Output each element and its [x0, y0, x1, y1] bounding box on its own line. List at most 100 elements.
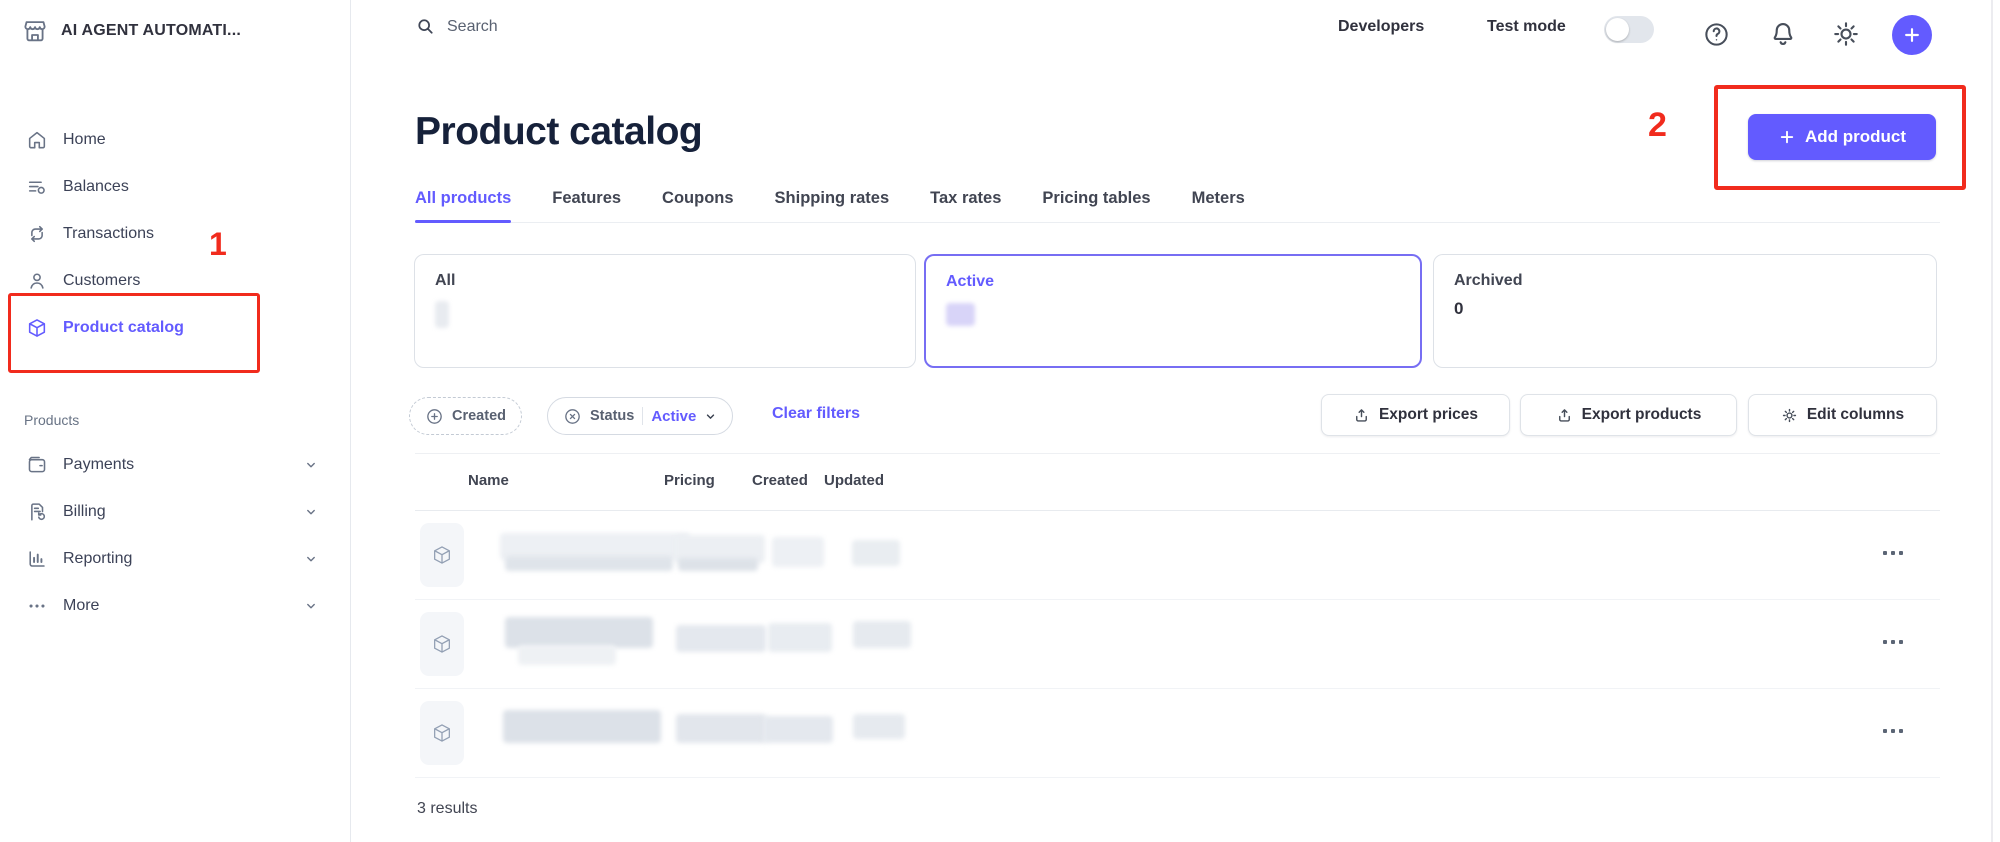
tab-pricing-tables[interactable]: Pricing tables: [1042, 189, 1150, 208]
filter-chip-created[interactable]: Created: [409, 397, 522, 435]
scrollbar[interactable]: [1991, 0, 1993, 842]
card-label: Active: [946, 273, 1400, 291]
sidebar-item-label: Transactions: [63, 225, 154, 243]
add-product-label: Add product: [1805, 127, 1906, 147]
home-icon: [26, 129, 48, 151]
more-dots-icon: [26, 595, 48, 617]
developers-link[interactable]: Developers: [1338, 18, 1424, 36]
payments-icon: [26, 454, 48, 476]
chevron-down-icon: [304, 458, 318, 472]
notifications-bell-button[interactable]: [1768, 19, 1798, 49]
annotation-step-2: 2: [1648, 106, 1667, 145]
table-row[interactable]: [415, 600, 1940, 689]
annotation-step-1: 1: [209, 226, 227, 263]
search-icon: [415, 16, 436, 37]
summary-card-all[interactable]: All: [414, 254, 916, 368]
sidebar-nav-secondary: Payments Billing Reporting: [0, 441, 332, 629]
tab-shipping-rates[interactable]: Shipping rates: [775, 189, 890, 208]
export-icon: [1556, 407, 1573, 424]
sidebar-divider: [350, 0, 351, 842]
clear-filters-link[interactable]: Clear filters: [772, 405, 860, 423]
product-table: [415, 511, 1940, 778]
summary-card-archived[interactable]: Archived 0: [1433, 254, 1937, 368]
test-mode-toggle[interactable]: [1604, 16, 1654, 43]
sidebar-item-label: Customers: [63, 272, 140, 290]
redacted-updated: [853, 621, 911, 648]
card-value: 0: [1454, 299, 1916, 319]
redacted-value: [435, 301, 449, 328]
chevron-down-icon: [304, 505, 318, 519]
settings-gear-button[interactable]: [1831, 19, 1861, 49]
product-thumbnail: [420, 612, 464, 676]
row-actions-button[interactable]: [1883, 729, 1903, 733]
filter-chip-value: Active: [651, 408, 696, 425]
circle-x-icon: [563, 407, 582, 426]
summary-card-active[interactable]: Active: [924, 254, 1422, 368]
sidebar-item-label: Reporting: [63, 550, 132, 568]
tab-tax-rates[interactable]: Tax rates: [930, 189, 1001, 208]
catalog-tabs: All products Features Coupons Shipping r…: [415, 189, 1940, 223]
billing-icon: [26, 501, 48, 523]
transactions-icon: [26, 223, 48, 245]
circle-plus-icon: [425, 407, 444, 426]
column-header-created: Created: [752, 472, 808, 489]
row-actions-button[interactable]: [1883, 640, 1903, 644]
redacted-name: [505, 556, 673, 571]
redacted-value: [946, 303, 975, 326]
tab-features[interactable]: Features: [552, 189, 621, 208]
sidebar-item-balances[interactable]: Balances: [0, 163, 332, 210]
tab-meters[interactable]: Meters: [1192, 189, 1245, 208]
search-input[interactable]: Search: [415, 16, 498, 37]
sidebar-item-reporting[interactable]: Reporting: [0, 535, 332, 582]
create-plus-button[interactable]: [1892, 15, 1932, 55]
export-products-button[interactable]: Export products: [1520, 394, 1737, 436]
redacted-pricing: [678, 558, 758, 571]
search-placeholder: Search: [447, 18, 498, 36]
page-title: Product catalog: [415, 110, 702, 154]
sidebar-section-products: Products: [24, 412, 79, 428]
customers-icon: [26, 270, 48, 292]
export-prices-button[interactable]: Export prices: [1321, 394, 1510, 436]
sidebar-item-label: Billing: [63, 503, 106, 521]
row-actions-button[interactable]: [1883, 551, 1903, 555]
product-thumbnail: [420, 701, 464, 765]
action-button-label: Export prices: [1379, 406, 1478, 424]
results-count: 3 results: [417, 800, 477, 818]
filter-chip-status[interactable]: Status Active: [547, 397, 733, 435]
export-icon: [1353, 407, 1370, 424]
reporting-icon: [26, 548, 48, 570]
sidebar-item-label: Payments: [63, 456, 134, 474]
test-mode-label: Test mode: [1487, 18, 1566, 36]
table-row[interactable]: [415, 511, 1940, 600]
column-header-name: Name: [468, 472, 509, 489]
table-top-divider: [415, 453, 1940, 454]
account-menu[interactable]: AI AGENT AUTOMATI...: [22, 18, 241, 44]
edit-columns-button[interactable]: Edit columns: [1748, 394, 1937, 436]
sidebar-item-home[interactable]: Home: [0, 116, 332, 163]
column-header-updated: Updated: [824, 472, 884, 489]
sidebar-item-billing[interactable]: Billing: [0, 488, 332, 535]
help-button[interactable]: [1702, 20, 1731, 49]
sidebar-item-transactions[interactable]: Transactions: [0, 210, 332, 257]
redacted-updated: [852, 540, 900, 566]
sidebar-item-label: Home: [63, 131, 106, 149]
chevron-down-icon: [304, 552, 318, 566]
sidebar-item-more[interactable]: More: [0, 582, 332, 629]
sidebar-item-label: Balances: [63, 178, 129, 196]
table-row[interactable]: [415, 689, 1940, 778]
tab-coupons[interactable]: Coupons: [662, 189, 734, 208]
filter-chip-label: Status: [590, 408, 634, 424]
redacted-name: [518, 645, 616, 665]
tab-all-products[interactable]: All products: [415, 189, 511, 208]
column-header-pricing: Pricing: [664, 472, 715, 489]
redacted-created: [763, 716, 833, 743]
redacted-pricing: [676, 714, 766, 743]
toggle-knob: [1606, 18, 1629, 41]
chevron-down-icon: [304, 599, 318, 613]
add-product-button[interactable]: Add product: [1748, 114, 1936, 160]
action-button-label: Export products: [1582, 406, 1702, 424]
storefront-icon: [22, 18, 48, 44]
stripe-dashboard: AI AGENT AUTOMATI... Home Balances Trans…: [0, 0, 2000, 842]
sidebar-item-payments[interactable]: Payments: [0, 441, 332, 488]
card-label: Archived: [1454, 272, 1916, 290]
